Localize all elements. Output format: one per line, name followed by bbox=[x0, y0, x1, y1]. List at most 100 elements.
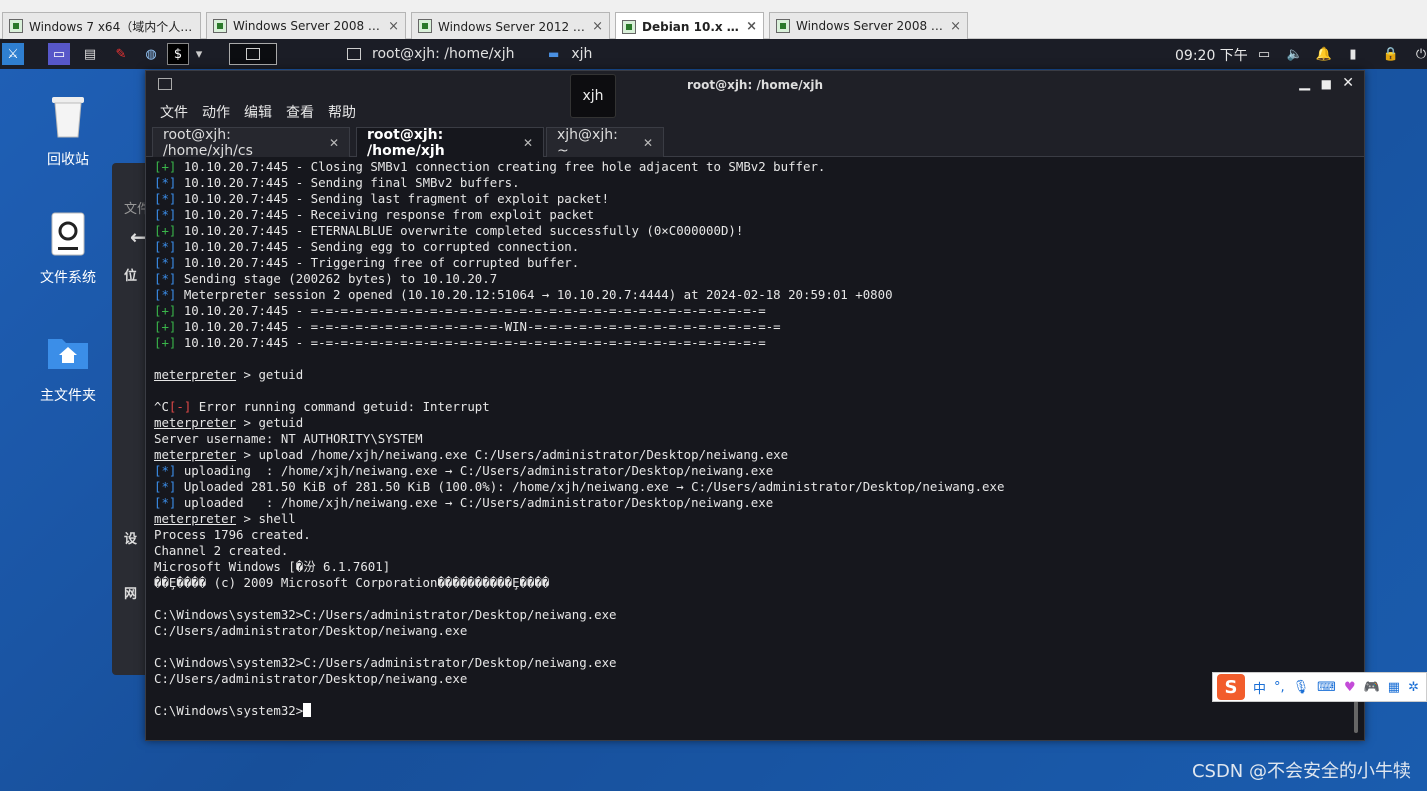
terminal-line: C:/Users/administrator/Desktop/neiwang.e… bbox=[154, 623, 1354, 639]
power-icon[interactable]: ⏻ bbox=[1410, 43, 1427, 65]
close-icon[interactable]: ✕ bbox=[523, 136, 533, 150]
vm-tab-server2008-b[interactable]: Windows Server 2008 R2 x64… × bbox=[769, 12, 968, 39]
desktop-icon-label: 主文件夹 bbox=[40, 388, 96, 404]
status-tag: [*] bbox=[154, 463, 177, 478]
watermark: CSDN @不会安全的小牛犊 bbox=[1191, 761, 1411, 782]
terminal-line: [*] Meterpreter session 2 opened (10.10.… bbox=[154, 287, 1354, 303]
file-manager-icon[interactable]: ▤ bbox=[79, 43, 101, 65]
show-desktop-icon[interactable]: ▭ bbox=[48, 43, 70, 65]
terminal-line: C:\Windows\system32>C:/Users/administrat… bbox=[154, 607, 1354, 623]
desktop-icon-home[interactable]: 主文件夹 bbox=[23, 329, 113, 405]
terminal-icon[interactable]: $ bbox=[167, 43, 189, 65]
close-icon[interactable]: ✕ bbox=[329, 136, 339, 150]
vm-tab-server2008-a[interactable]: Windows Server 2008 R2 x64… × bbox=[206, 12, 406, 39]
command-text: > upload /home/xjh/neiwang.exe C:/Users/… bbox=[236, 447, 789, 462]
terminal-line: C:\Windows\system32>C:/Users/administrat… bbox=[154, 655, 1354, 671]
task-label: root@xjh: /home/xjh bbox=[372, 46, 515, 62]
close-icon[interactable]: × bbox=[950, 19, 961, 34]
vm-tab-bar: Windows 7 x64（域内个人 P… Windows Server 200… bbox=[0, 0, 1427, 40]
vm-tab-win7[interactable]: Windows 7 x64（域内个人 P… bbox=[2, 12, 201, 39]
game-icon[interactable]: 🎮 bbox=[1364, 680, 1380, 695]
kali-menu-icon[interactable]: ⚔ bbox=[2, 43, 24, 65]
terminal-line: Channel 2 created. bbox=[154, 543, 1354, 559]
output-text: 10.10.20.7:445 - =-=-=-=-=-=-=-=-=-=-=-=… bbox=[176, 303, 766, 318]
prompt-label: meterpreter bbox=[154, 511, 237, 526]
ime-mode-toggle[interactable]: 中 bbox=[1253, 678, 1266, 697]
terminal-line: Process 1796 created. bbox=[154, 527, 1354, 543]
close-icon[interactable]: ✕ bbox=[643, 136, 653, 150]
display-icon[interactable]: ▭ bbox=[1253, 43, 1275, 65]
output-text: ��Ȩ���� (c) 2009 Microsoft Corporation��… bbox=[154, 575, 550, 590]
notification-bell-icon[interactable]: 🔔 bbox=[1313, 43, 1335, 65]
terminal-line: [*] Sending stage (200262 bytes) to 10.1… bbox=[154, 271, 1354, 287]
mic-icon[interactable]: 🎙 bbox=[1293, 680, 1310, 695]
ime-toolbar[interactable]: S 中 °, 🎙 ⌨ ♥ 🎮 ▦ ✲ bbox=[1212, 672, 1427, 702]
keyboard-icon[interactable]: ⌨ bbox=[1317, 680, 1336, 695]
workspace-switcher[interactable] bbox=[229, 43, 277, 65]
terminal-window[interactable]: root@xjh: /home/xjh ▁ ■ ✕ 文件 动作 编辑 查看 帮助… bbox=[145, 70, 1365, 741]
vm-tab-label: Windows 7 x64（域内个人 P… bbox=[29, 19, 194, 34]
terminal-line: [*] Uploaded 281.50 KiB of 281.50 KiB (1… bbox=[154, 479, 1354, 495]
minimize-icon[interactable]: ▁ bbox=[1299, 75, 1310, 91]
status-tag: [+] bbox=[154, 319, 177, 334]
grid-icon[interactable]: ▦ bbox=[1388, 680, 1400, 695]
status-tag: [*] bbox=[154, 479, 177, 494]
prompt-label: meterpreter bbox=[154, 415, 237, 430]
menu-view[interactable]: 查看 bbox=[286, 102, 314, 122]
tab-label: root@xjh: /home/xjh bbox=[367, 126, 445, 159]
close-icon[interactable]: × bbox=[388, 19, 399, 34]
maximize-icon[interactable]: ■ bbox=[1321, 77, 1332, 91]
skin-icon[interactable]: ♥ bbox=[1344, 680, 1356, 695]
output-text: 10.10.20.7:445 - ETERNALBLUE overwrite c… bbox=[176, 223, 744, 238]
terminal-line: C:\Windows\system32> bbox=[154, 703, 1354, 719]
vm-tab-server2012[interactable]: Windows Server 2012 R2（w… × bbox=[411, 12, 610, 39]
task-label: xjh bbox=[571, 46, 593, 62]
window-title: root@xjh: /home/xjh bbox=[686, 78, 824, 92]
menu-help[interactable]: 帮助 bbox=[328, 102, 356, 122]
tooltip: xjh bbox=[570, 74, 616, 118]
close-icon[interactable]: × bbox=[592, 19, 603, 34]
terminal-tab-xjh[interactable]: xjh@xjh: ~ ✕ bbox=[546, 127, 664, 159]
desktop-icon-label: 文件系统 bbox=[40, 270, 96, 286]
terminal-output[interactable]: [+] 10.10.20.7:445 - Closing SMBv1 conne… bbox=[154, 159, 1354, 734]
output-text: 10.10.20.7:445 - Closing SMBv1 connectio… bbox=[176, 159, 826, 174]
terminal-line: [+] 10.10.20.7:445 - Closing SMBv1 conne… bbox=[154, 159, 1354, 175]
top-panel: ⚔ ▭ ▤ ✎ ◍ $ ▾ root@xjh: /home/xjh ▬ xjh 0… bbox=[0, 39, 1427, 69]
terminal-tab-root[interactable]: root@xjh: /home/xjh ✕ bbox=[356, 126, 544, 159]
close-icon[interactable]: × bbox=[746, 19, 757, 34]
desktop-icon-filesystem[interactable]: 文件系统 bbox=[23, 211, 113, 287]
output-text: 10.10.20.7:445 - Triggering free of corr… bbox=[176, 255, 580, 270]
terminal-tab-cs[interactable]: root@xjh: /home/xjh/cs ✕ bbox=[152, 127, 350, 159]
settings-icon[interactable]: ✲ bbox=[1408, 680, 1419, 695]
terminal-line: ��Ȩ���� (c) 2009 Microsoft Corporation��… bbox=[154, 575, 1354, 591]
terminal-line: C:/Users/administrator/Desktop/neiwang.e… bbox=[154, 671, 1354, 687]
sogou-logo-icon[interactable]: S bbox=[1217, 674, 1245, 700]
vm-tab-debian[interactable]: Debian 10.x 64 位 × bbox=[615, 12, 764, 40]
close-icon[interactable]: ✕ bbox=[1342, 75, 1354, 91]
scrollbar[interactable] bbox=[1354, 701, 1358, 733]
menu-file[interactable]: 文件 bbox=[160, 102, 188, 122]
output-text: Process 1796 created. bbox=[154, 527, 311, 542]
status-tag: [*] bbox=[154, 239, 177, 254]
menu-action[interactable]: 动作 bbox=[202, 102, 230, 122]
clock[interactable]: 09:20 下午 bbox=[1175, 45, 1248, 65]
battery-icon[interactable]: ▮ bbox=[1342, 43, 1364, 65]
chevron-down-icon[interactable]: ▾ bbox=[192, 43, 206, 65]
lock-icon[interactable]: 🔒 bbox=[1380, 43, 1402, 65]
browser-icon[interactable]: ◍ bbox=[140, 43, 162, 65]
punctuation-icon[interactable]: °, bbox=[1274, 680, 1285, 695]
volume-icon[interactable]: 🔈 bbox=[1284, 43, 1306, 65]
taskbar-item-folder[interactable]: ▬ xjh bbox=[548, 42, 592, 66]
home-folder-icon bbox=[48, 339, 88, 369]
status-tag: [+] bbox=[154, 335, 177, 350]
output-text: 10.10.20.7:445 - Receiving response from… bbox=[176, 207, 595, 222]
taskbar-item-terminal[interactable]: root@xjh: /home/xjh bbox=[347, 42, 514, 66]
command-text: > getuid bbox=[236, 415, 304, 430]
terminal-titlebar[interactable]: root@xjh: /home/xjh ▁ ■ ✕ bbox=[146, 71, 1364, 99]
terminal-menubar: 文件 动作 编辑 查看 帮助 bbox=[146, 99, 1364, 125]
text-editor-icon[interactable]: ✎ bbox=[110, 43, 132, 65]
menu-edit[interactable]: 编辑 bbox=[244, 102, 272, 122]
desktop-icon-trash[interactable]: 回收站 bbox=[23, 93, 113, 169]
status-tag: [+] bbox=[154, 159, 177, 174]
